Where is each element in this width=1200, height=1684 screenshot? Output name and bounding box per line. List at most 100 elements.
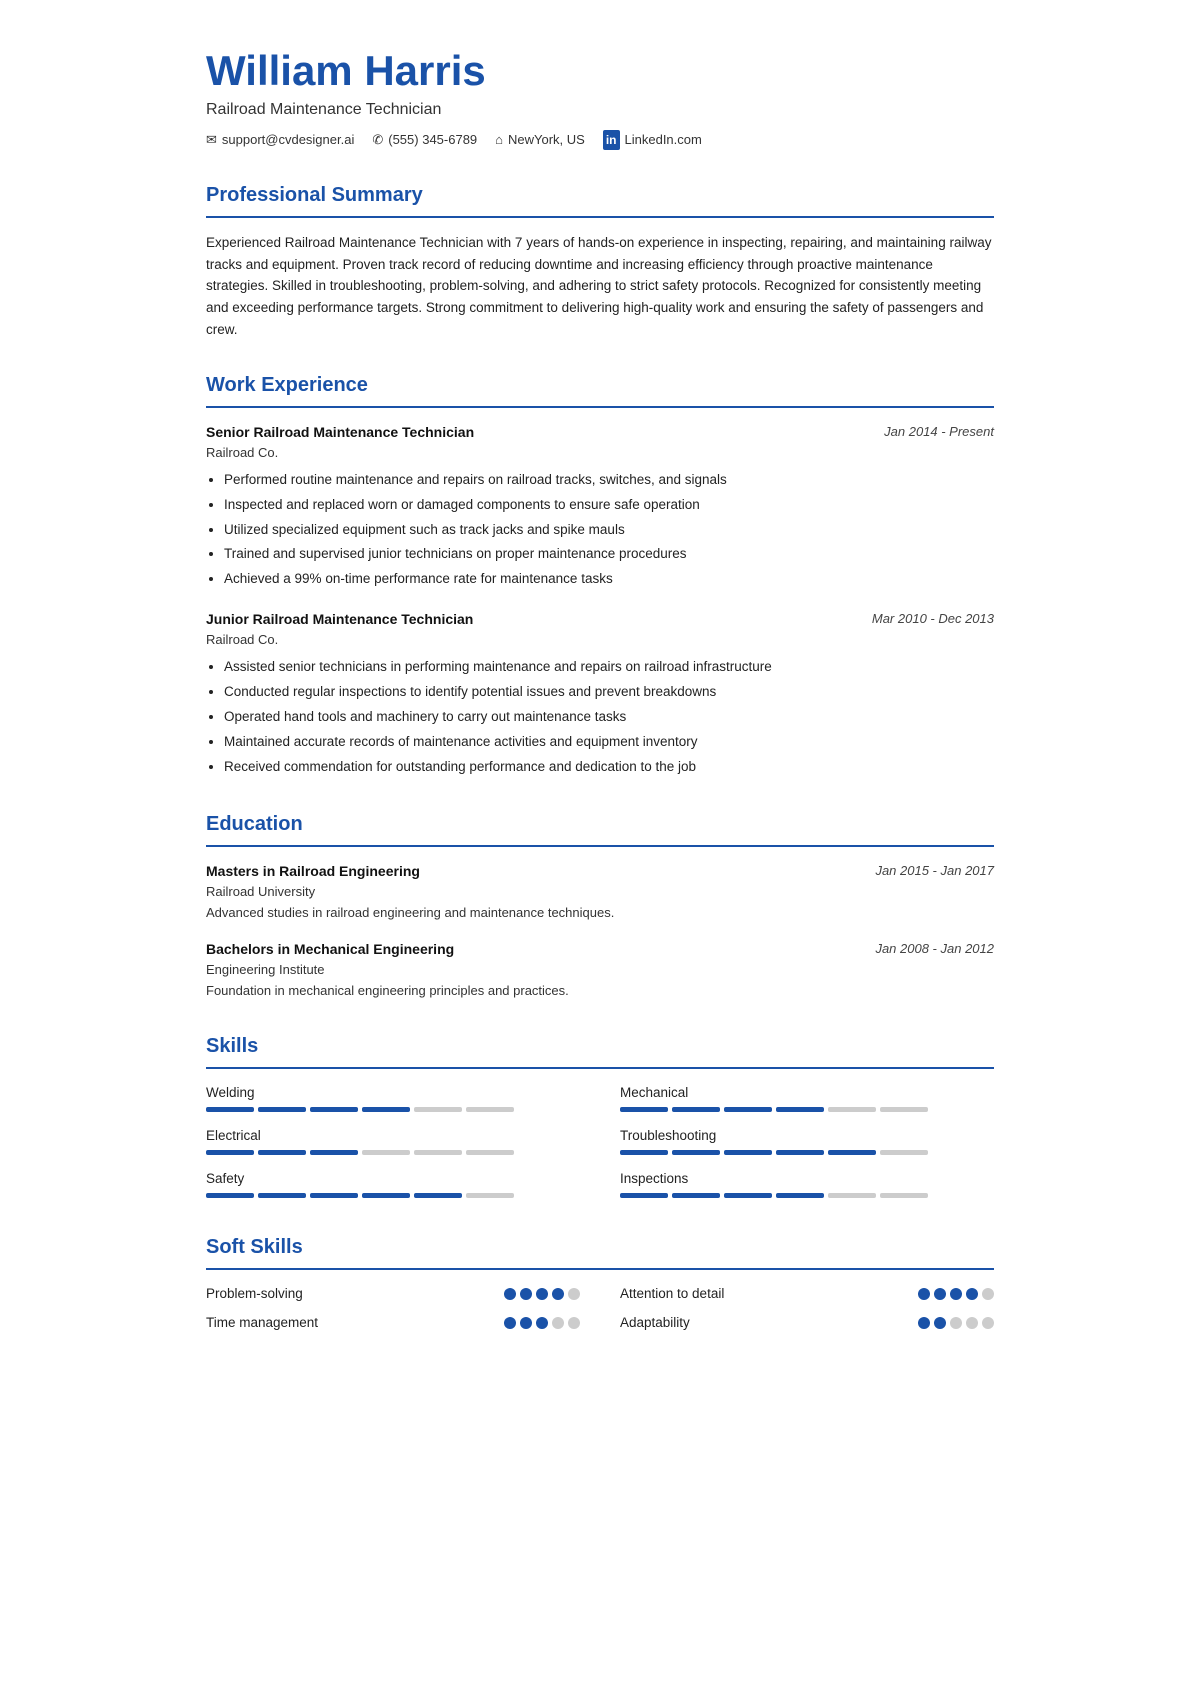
skill-seg-4-0 xyxy=(206,1193,254,1198)
skill-name-1: Mechanical xyxy=(620,1083,994,1103)
skills-divider xyxy=(206,1067,994,1069)
job-1-title: Senior Railroad Maintenance Technician xyxy=(206,422,474,443)
skill-seg-5-0 xyxy=(620,1193,668,1198)
soft-skill-dot-1-4 xyxy=(982,1288,994,1300)
summary-text: Experienced Railroad Maintenance Technic… xyxy=(206,232,994,340)
skill-seg-5-3 xyxy=(776,1193,824,1198)
soft-skill-dot-3-3 xyxy=(966,1317,978,1329)
edu-2-date: Jan 2008 - Jan 2012 xyxy=(875,939,994,959)
soft-skill-dot-2-1 xyxy=(520,1317,532,1329)
edu-2-desc: Foundation in mechanical engineering pri… xyxy=(206,981,994,1001)
skill-seg-4-5 xyxy=(466,1193,514,1198)
skill-seg-3-5 xyxy=(880,1150,928,1155)
job-1-bullet-1: Performed routine maintenance and repair… xyxy=(224,469,994,492)
skills-grid: Welding Mechanical Electrical Troubleshooti… xyxy=(206,1083,994,1203)
candidate-title: Railroad Maintenance Technician xyxy=(206,98,994,122)
edu-2-degree: Bachelors in Mechanical Engineering xyxy=(206,939,454,960)
job-1-date: Jan 2014 - Present xyxy=(884,422,994,442)
job-2: Junior Railroad Maintenance Technician M… xyxy=(206,609,994,778)
skill-seg-0-1 xyxy=(258,1107,306,1112)
job-1-bullet-2: Inspected and replaced worn or damaged c… xyxy=(224,494,994,517)
soft-skill-dot-2-0 xyxy=(504,1317,516,1329)
skill-seg-2-4 xyxy=(414,1150,462,1155)
summary-divider xyxy=(206,216,994,218)
skill-seg-2-2 xyxy=(310,1150,358,1155)
edu-1-date: Jan 2015 - Jan 2017 xyxy=(875,861,994,881)
soft-skill-dot-3-1 xyxy=(934,1317,946,1329)
contact-location: ⌂ NewYork, US xyxy=(495,130,585,150)
work-experience-divider xyxy=(206,406,994,408)
skill-seg-2-3 xyxy=(362,1150,410,1155)
soft-skill-dot-1-0 xyxy=(918,1288,930,1300)
soft-skill-dots-0 xyxy=(504,1288,580,1300)
skill-seg-4-2 xyxy=(310,1193,358,1198)
skill-seg-0-0 xyxy=(206,1107,254,1112)
job-2-header: Junior Railroad Maintenance Technician M… xyxy=(206,609,994,630)
phone-icon: ✆ xyxy=(372,130,383,150)
skill-name-5: Inspections xyxy=(620,1169,994,1189)
skill-seg-1-1 xyxy=(672,1107,720,1112)
skill-name-4: Safety xyxy=(206,1169,580,1189)
education-divider xyxy=(206,845,994,847)
job-2-date: Mar 2010 - Dec 2013 xyxy=(872,609,994,629)
soft-skill-item-1: Attention to detail xyxy=(620,1284,994,1304)
email-text: support@cvdesigner.ai xyxy=(222,130,354,150)
skill-item-1: Mechanical xyxy=(620,1083,994,1112)
job-1-bullet-3: Utilized specialized equipment such as t… xyxy=(224,519,994,542)
soft-skill-dot-1-3 xyxy=(966,1288,978,1300)
job-2-bullet-5: Received commendation for outstanding pe… xyxy=(224,756,994,779)
skill-name-2: Electrical xyxy=(206,1126,580,1146)
contact-linkedin: in LinkedIn.com xyxy=(603,130,702,150)
edu-1-school: Railroad University xyxy=(206,882,994,902)
job-1-bullet-4: Trained and supervised junior technician… xyxy=(224,543,994,566)
skill-item-0: Welding xyxy=(206,1083,580,1112)
skill-bar-5 xyxy=(620,1193,994,1198)
skill-seg-3-4 xyxy=(828,1150,876,1155)
summary-section: Professional Summary Experienced Railroa… xyxy=(206,180,994,340)
job-2-bullet-2: Conducted regular inspections to identif… xyxy=(224,681,994,704)
soft-skill-dot-1-2 xyxy=(950,1288,962,1300)
work-experience-section: Work Experience Senior Railroad Maintena… xyxy=(206,370,994,778)
soft-skill-name-1: Attention to detail xyxy=(620,1284,724,1304)
job-1-company: Railroad Co. xyxy=(206,443,994,463)
skill-seg-0-3 xyxy=(362,1107,410,1112)
resume-container: William Harris Railroad Maintenance Tech… xyxy=(150,0,1050,1381)
skill-seg-0-2 xyxy=(310,1107,358,1112)
skill-seg-3-0 xyxy=(620,1150,668,1155)
skills-section: Skills Welding Mechanical Electrical Troubl… xyxy=(206,1031,994,1203)
soft-skill-dots-1 xyxy=(918,1288,994,1300)
skill-seg-4-4 xyxy=(414,1193,462,1198)
edu-2-school: Engineering Institute xyxy=(206,960,994,980)
summary-title: Professional Summary xyxy=(206,180,994,210)
soft-skill-dot-0-2 xyxy=(536,1288,548,1300)
skills-title: Skills xyxy=(206,1031,994,1061)
soft-skill-item-2: Time management xyxy=(206,1313,580,1333)
skill-bar-4 xyxy=(206,1193,580,1198)
skill-seg-1-5 xyxy=(880,1107,928,1112)
skill-seg-2-0 xyxy=(206,1150,254,1155)
contact-email: ✉ support@cvdesigner.ai xyxy=(206,130,354,150)
skill-item-2: Electrical xyxy=(206,1126,580,1155)
soft-skills-grid: Problem-solvingAttention to detailTime m… xyxy=(206,1284,994,1333)
skill-bar-1 xyxy=(620,1107,994,1112)
skill-seg-5-2 xyxy=(724,1193,772,1198)
soft-skill-dots-3 xyxy=(918,1317,994,1329)
skill-item-3: Troubleshooting xyxy=(620,1126,994,1155)
soft-skill-dot-2-2 xyxy=(536,1317,548,1329)
skill-seg-3-2 xyxy=(724,1150,772,1155)
soft-skill-dot-1-1 xyxy=(934,1288,946,1300)
contact-phone: ✆ (555) 345-6789 xyxy=(372,130,477,150)
skill-item-4: Safety xyxy=(206,1169,580,1198)
skill-seg-5-1 xyxy=(672,1193,720,1198)
skill-seg-5-5 xyxy=(880,1193,928,1198)
soft-skill-dot-0-0 xyxy=(504,1288,516,1300)
skill-seg-3-3 xyxy=(776,1150,824,1155)
edu-2: Bachelors in Mechanical Engineering Jan … xyxy=(206,939,994,1001)
skill-seg-3-1 xyxy=(672,1150,720,1155)
contact-bar: ✉ support@cvdesigner.ai ✆ (555) 345-6789… xyxy=(206,130,994,150)
edu-1-header: Masters in Railroad Engineering Jan 2015… xyxy=(206,861,994,882)
location-text: NewYork, US xyxy=(508,130,585,150)
skill-seg-4-1 xyxy=(258,1193,306,1198)
job-2-company: Railroad Co. xyxy=(206,630,994,650)
job-1-bullet-5: Achieved a 99% on-time performance rate … xyxy=(224,568,994,591)
